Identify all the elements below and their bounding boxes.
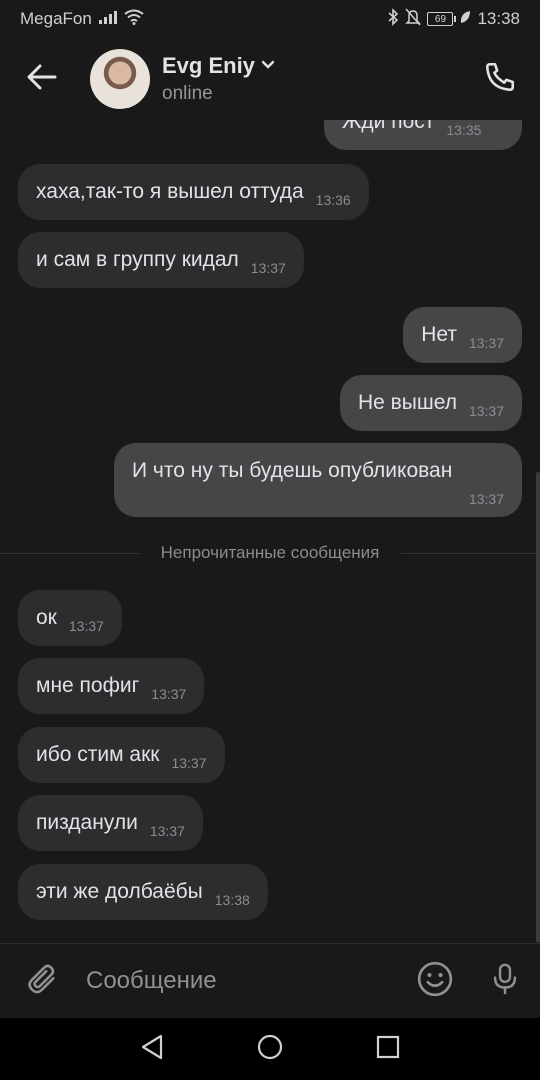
battery-level: 69	[434, 13, 447, 25]
message-text: ок	[36, 606, 57, 629]
message-time: 13:35	[446, 122, 482, 138]
message-bubble-incoming[interactable]: мне пофиг 13:37	[18, 658, 205, 714]
nav-back-button[interactable]	[134, 1031, 170, 1067]
message-text: Не вышел	[357, 391, 457, 414]
contact-name: Evg Eniy	[162, 53, 255, 78]
square-recents-icon	[375, 1034, 401, 1065]
message-bubble-outgoing[interactable]: Жди пост 13:35	[324, 120, 522, 150]
message-text: И что ну ты будешь опубликован	[132, 459, 453, 482]
message-text: хаха,так-то я вышел оттуда	[36, 180, 304, 203]
chat-screen: MegaFon 69 13:38 Evg Eniy online Жди пос…	[0, 0, 540, 1080]
message-text: мне пофиг	[36, 674, 140, 697]
message-text: ибо стим акк	[36, 743, 160, 766]
message-input[interactable]	[84, 951, 400, 1011]
message-composer	[0, 943, 540, 1018]
phone-icon	[483, 60, 517, 99]
message-time: 13:38	[214, 892, 250, 908]
wifi-icon	[124, 9, 144, 30]
signal-icon	[98, 9, 118, 29]
message-bubble-outgoing[interactable]: Нет 13:37	[403, 307, 522, 363]
contact-info[interactable]: Evg Eniy online	[162, 53, 460, 105]
call-button[interactable]	[460, 38, 540, 120]
microphone-icon	[488, 960, 522, 1003]
nav-home-button[interactable]	[252, 1031, 288, 1067]
triangle-back-icon	[139, 1033, 165, 1066]
message-time: 13:37	[171, 755, 207, 771]
contact-row: Evg Eniy	[162, 53, 460, 79]
voice-record-button[interactable]	[470, 944, 540, 1019]
status-bar: MegaFon 69 13:38	[0, 0, 540, 38]
message-time: 13:37	[250, 260, 286, 276]
battery-icon: 69	[427, 12, 457, 26]
message-time: 13:37	[468, 335, 504, 351]
message-bubble-outgoing[interactable]: Не вышел 13:37	[339, 375, 522, 431]
message-bubble-incoming[interactable]: хаха,так-то я вышел оттуда 13:36	[18, 164, 369, 220]
chat-header: Evg Eniy online	[0, 38, 540, 120]
smile-icon	[416, 960, 454, 1003]
clock-time: 13:38	[477, 9, 520, 28]
attach-button[interactable]	[0, 944, 84, 1019]
message-text: и сам в группу кидал	[36, 248, 239, 271]
message-time: 13:37	[68, 618, 104, 634]
avatar[interactable]	[90, 49, 150, 109]
divider-line	[401, 552, 540, 554]
message-text: Жди пост	[342, 120, 435, 133]
message-bubble-incoming[interactable]: ок 13:37	[18, 590, 122, 646]
message-bubble-incoming[interactable]: пизданули 13:37	[18, 795, 203, 851]
system-nav-bar	[0, 1018, 540, 1080]
message-bubble-incoming[interactable]: эти же долбаёбы 13:38	[18, 864, 268, 920]
vibrate-icon	[405, 8, 422, 31]
bluetooth-icon	[387, 7, 399, 31]
divider-line	[0, 552, 139, 554]
message-time: 13:37	[468, 403, 504, 419]
message-bubble-outgoing[interactable]: И что ну ты будешь опубликован 13:37	[114, 443, 522, 517]
carrier-name: MegaFon	[20, 9, 92, 28]
emoji-button[interactable]	[400, 944, 470, 1019]
message-bubble-incoming[interactable]: и сам в группу кидал 13:37	[18, 232, 304, 288]
leaf-icon	[459, 9, 471, 29]
message-bubble-incoming[interactable]: ибо стим акк 13:37	[18, 727, 225, 783]
message-text: эти же долбаёбы	[36, 880, 203, 903]
message-text: Нет	[421, 323, 457, 346]
message-time: 13:36	[315, 192, 351, 208]
message-text: пизданули	[36, 811, 138, 834]
chevron-down-icon	[261, 57, 275, 75]
message-list[interactable]: Жди пост 13:35 хаха,так-то я вышел оттуд…	[0, 120, 540, 942]
status-left: MegaFon	[20, 9, 144, 30]
circle-home-icon	[256, 1033, 284, 1066]
status-right: 69 13:38	[387, 7, 520, 31]
unread-divider: Непрочитанные сообщения	[0, 538, 540, 568]
message-time: 13:37	[151, 686, 187, 702]
arrow-left-icon	[27, 64, 57, 95]
message-time: 13:37	[468, 491, 504, 507]
paperclip-icon	[25, 961, 59, 1002]
contact-status: online	[162, 83, 213, 104]
back-button[interactable]	[0, 38, 84, 120]
nav-recents-button[interactable]	[370, 1031, 406, 1067]
unread-label: Непрочитанные сообщения	[160, 543, 380, 562]
message-time: 13:37	[149, 823, 185, 839]
